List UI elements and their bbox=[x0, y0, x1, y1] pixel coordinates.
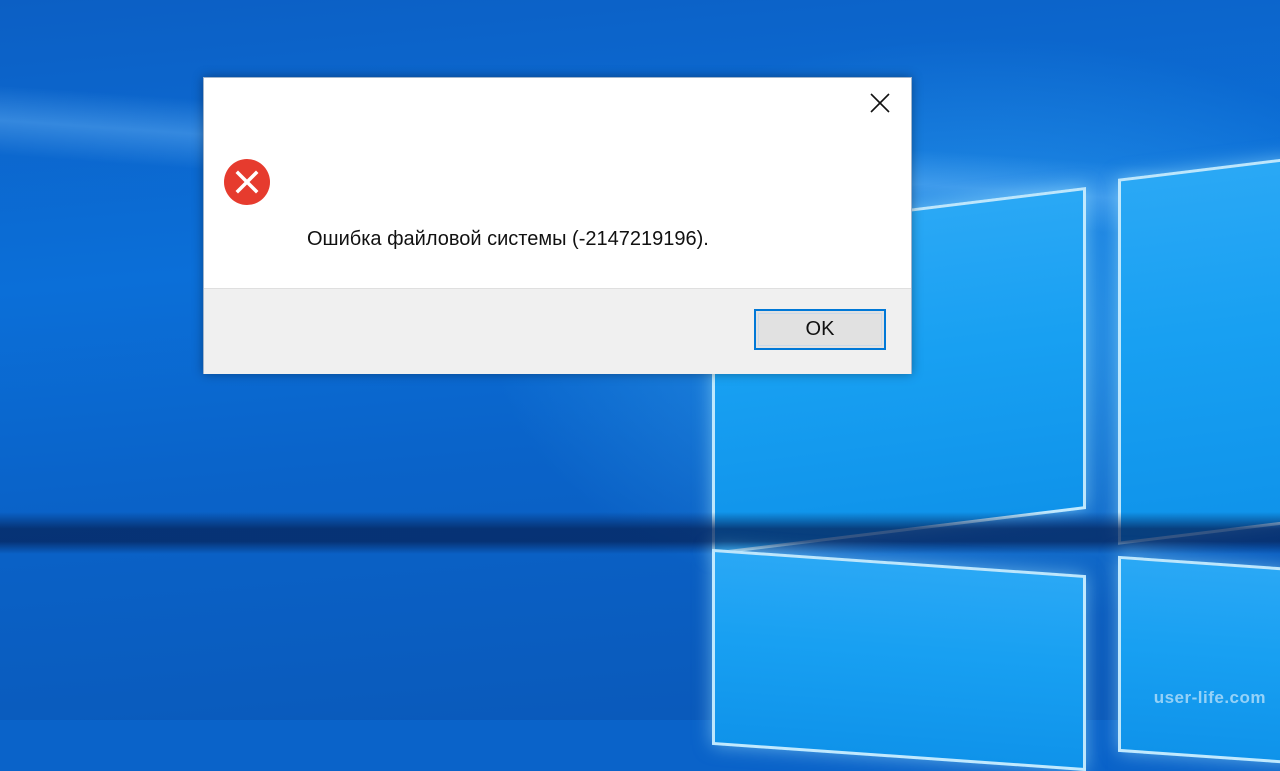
windows-logo-pane bbox=[1118, 555, 1280, 765]
ok-button[interactable]: OK bbox=[754, 309, 886, 350]
close-button[interactable] bbox=[849, 78, 911, 128]
error-icon bbox=[224, 159, 270, 205]
windows-logo-pane bbox=[712, 548, 1086, 771]
file-name bbox=[307, 169, 537, 191]
windows-logo-pane bbox=[1118, 157, 1280, 545]
error-message: Ошибка файловой системы (-2147219196). bbox=[307, 228, 709, 250]
close-icon bbox=[870, 93, 890, 113]
dark-band bbox=[0, 512, 1280, 554]
error-dialog: Ошибка файловой системы (-2147219196). O… bbox=[203, 77, 912, 374]
dialog-title bbox=[219, 94, 439, 116]
dialog-titlebar[interactable] bbox=[204, 78, 911, 130]
dialog-footer: OK bbox=[204, 288, 911, 374]
watermark: user-life.com bbox=[1153, 688, 1266, 707]
